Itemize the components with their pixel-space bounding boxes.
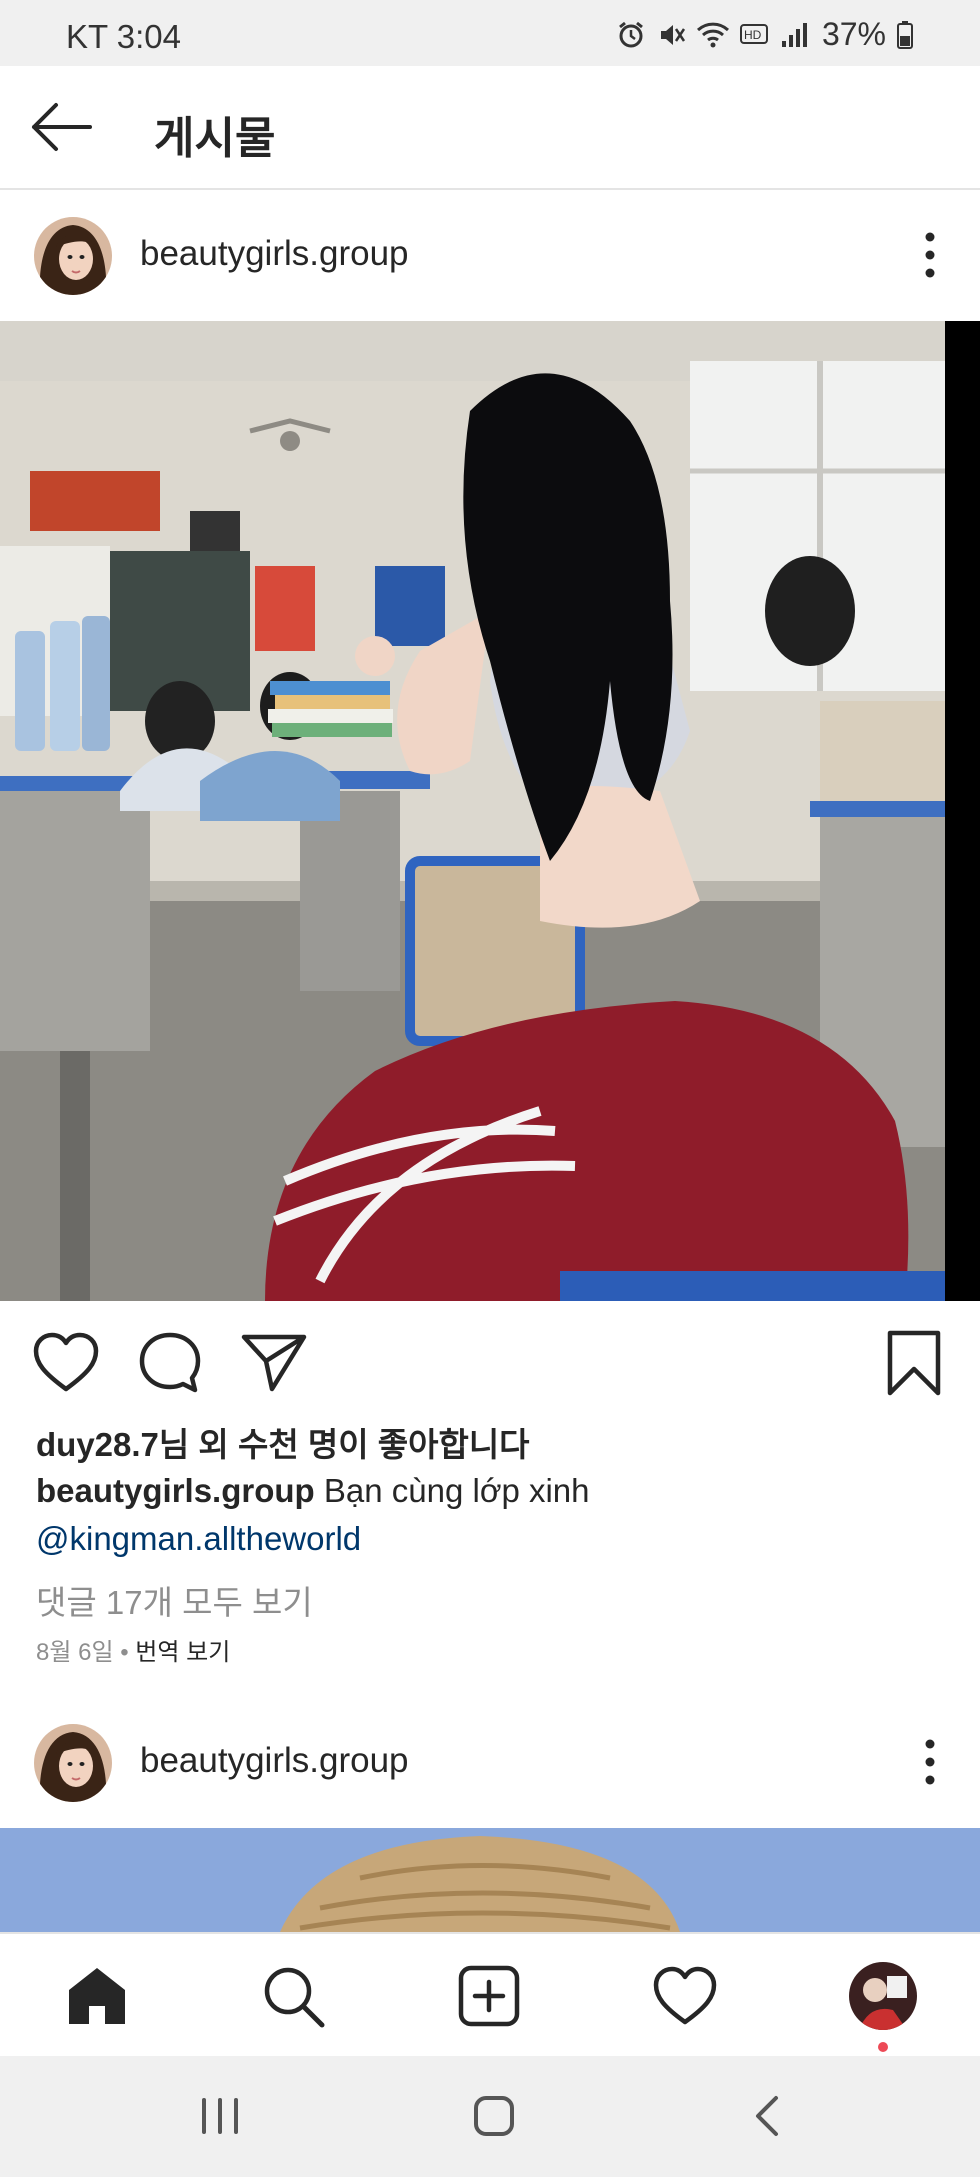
home-button[interactable]: [464, 2086, 524, 2146]
caption-username[interactable]: beautygirls.group: [36, 1472, 315, 1509]
comment-button[interactable]: [134, 1327, 206, 1399]
signal-icon: [781, 22, 807, 47]
more-options-button[interactable]: [910, 1728, 950, 1798]
nav-activity[interactable]: [651, 1962, 719, 2030]
status-bar: KT 3:04 HD 37%: [0, 0, 980, 66]
more-vertical-icon: [925, 1739, 935, 1785]
comment-bubble-icon: [139, 1332, 201, 1393]
caption-mention-link[interactable]: @kingman.alltheworld: [36, 1520, 361, 1558]
avatar[interactable]: [34, 217, 112, 295]
nav-search[interactable]: [259, 1962, 327, 2030]
next-post-image[interactable]: [0, 1828, 980, 1932]
page-title: 게시물: [154, 114, 276, 163]
back-button[interactable]: [28, 94, 94, 160]
carrier-label: KT: [66, 18, 108, 55]
mute-icon: [660, 24, 685, 45]
post-image[interactable]: [0, 321, 980, 1301]
wifi-icon: [696, 22, 729, 47]
post-meta: 8월 6일 • 번역 보기: [36, 1632, 230, 1667]
post-username[interactable]: beautygirls.group: [140, 234, 409, 274]
status-left: KT 3:04: [66, 18, 181, 56]
system-navigation-bar: [0, 2056, 980, 2177]
meta-separator: •: [113, 1639, 136, 1666]
clock-time: 3:04: [116, 18, 181, 55]
translate-link[interactable]: 번역 보기: [135, 1639, 230, 1666]
view-all-comments-link[interactable]: 댓글 17개 모두 보기: [36, 1576, 313, 1624]
avatar[interactable]: [34, 1724, 112, 1802]
post-caption: beautygirls.group Bạn cùng lớp xinh: [36, 1472, 590, 1510]
arrow-left-icon: [32, 103, 92, 151]
nav-home[interactable]: [63, 1962, 131, 2030]
hd-icon: HD: [739, 23, 768, 44]
profile-avatar: [849, 1962, 917, 2030]
caption-text: Bạn cùng lớp xinh: [314, 1472, 590, 1509]
alarm-icon: [619, 21, 643, 47]
notification-dot: [878, 2042, 888, 2052]
bottom-navigation: [0, 1932, 980, 2056]
likes-user[interactable]: duy28.7: [36, 1426, 159, 1463]
bookmark-icon: [887, 1330, 941, 1396]
home-button-icon: [474, 2096, 514, 2136]
battery-icon: [897, 20, 913, 49]
home-icon: [69, 1968, 125, 2024]
back-icon: [756, 2096, 778, 2136]
search-icon: [264, 1967, 325, 2028]
nav-new-post[interactable]: [455, 1962, 523, 2030]
post-header: beautygirls.group: [0, 191, 980, 321]
activity-heart-icon: [653, 1966, 717, 2025]
more-options-button[interactable]: [910, 221, 950, 291]
status-icons: HD 37%: [616, 16, 914, 53]
more-vertical-icon: [925, 232, 935, 278]
next-post-username[interactable]: beautygirls.group: [140, 1741, 409, 1781]
heart-icon: [33, 1332, 99, 1392]
battery-percent: 37%: [821, 16, 886, 52]
nav-profile[interactable]: [849, 1962, 917, 2030]
add-post-icon: [458, 1965, 520, 2027]
save-button[interactable]: [878, 1327, 950, 1399]
recent-apps-icon: [202, 2098, 238, 2134]
system-back-button[interactable]: [738, 2086, 798, 2146]
likes-summary[interactable]: duy28.7님 외 수천 명이 좋아합니다: [36, 1418, 530, 1466]
like-button[interactable]: [30, 1327, 102, 1399]
post-actions: [0, 1301, 980, 1421]
next-post-header: beautygirls.group: [0, 1698, 980, 1828]
recent-apps-button[interactable]: [190, 2086, 250, 2146]
share-button[interactable]: [238, 1327, 310, 1399]
post-date: 8월 6일: [36, 1639, 114, 1666]
send-paper-plane-icon: [241, 1334, 307, 1392]
likes-text: 님 외 수천 명이 좋아합니다: [158, 1426, 530, 1463]
app-header: 게시물: [0, 66, 980, 190]
svg-text:HD: HD: [744, 28, 762, 42]
